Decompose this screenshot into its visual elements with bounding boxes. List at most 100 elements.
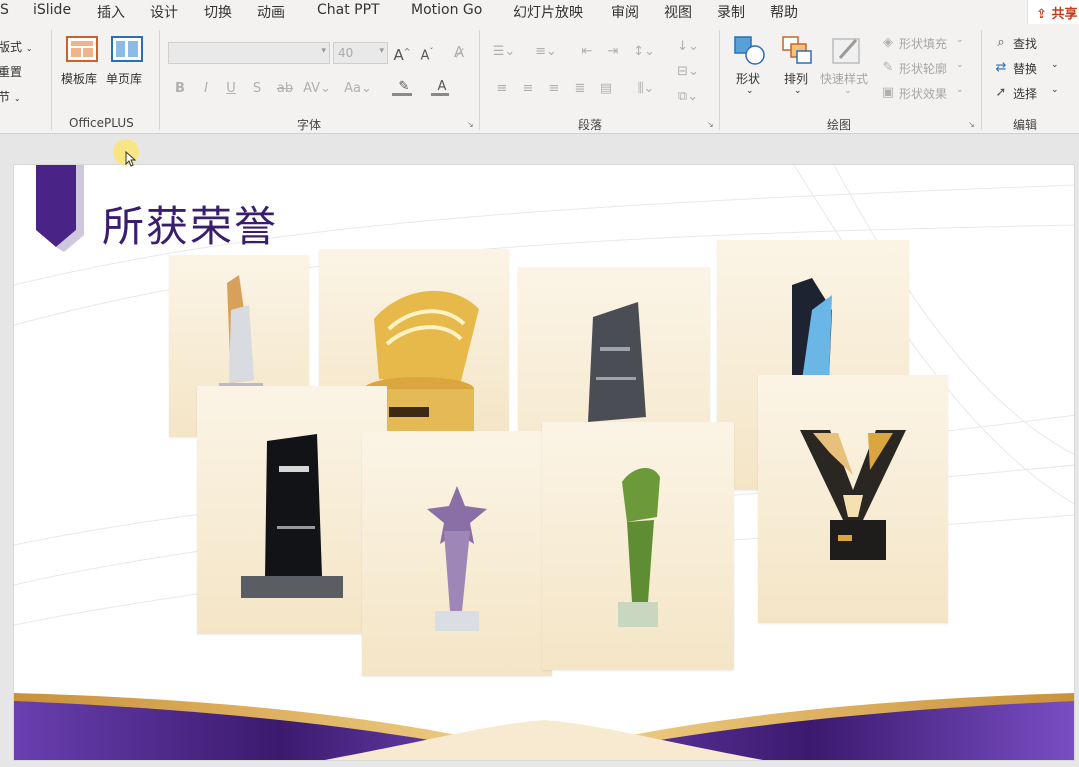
chevron-down-icon: ⌄: [956, 60, 964, 70]
trophy-photo-black-plaque[interactable]: [197, 386, 387, 634]
align-center-icon[interactable]: ≡: [520, 81, 536, 97]
trophy-photo-purple-star[interactable]: [362, 431, 552, 676]
menu-tab-help[interactable]: 帮助: [770, 2, 798, 22]
layout-button[interactable]: 版式 ⌄: [0, 38, 33, 55]
share-button[interactable]: ⇪ 共享: [1027, 0, 1079, 24]
change-case-icon[interactable]: Aa⌄: [341, 81, 375, 97]
chevron-down-icon: ⌄: [794, 86, 802, 96]
chevron-down-icon: ⌄: [1051, 60, 1059, 70]
paragraph-dialog-launcher-icon[interactable]: ↘: [707, 120, 714, 129]
strikethrough-icon[interactable]: ab: [274, 81, 296, 97]
shape-effects-icon: ▣: [881, 85, 895, 100]
black-plaque-trophy-image: [241, 434, 343, 598]
quick-styles-icon: [832, 38, 860, 64]
slide-title[interactable]: 所获荣誉: [102, 193, 278, 254]
chevron-down-icon: ⌄: [746, 86, 754, 96]
select-label: 选择: [1013, 87, 1038, 101]
menu-tab-animations[interactable]: 动画: [257, 2, 285, 22]
menu-tab-review[interactable]: 审阅: [611, 2, 639, 22]
slide-canvas[interactable]: 所获荣誉: [13, 164, 1075, 761]
section-button[interactable]: 节 ⌄: [0, 88, 21, 105]
increase-indent-icon[interactable]: ⇥: [604, 44, 622, 60]
find-label: 查找: [1013, 37, 1038, 51]
menu-tab-slideshow[interactable]: 幻灯片放映: [513, 2, 583, 22]
columns-icon[interactable]: ⫼⌄: [632, 81, 660, 97]
quick-styles-label: 快速样式: [820, 72, 869, 86]
chevron-down-icon: ⌄: [956, 85, 964, 95]
menu-tab-s[interactable]: S: [0, 2, 9, 18]
font-name-combo[interactable]: ▾: [168, 42, 330, 64]
font-size-combo[interactable]: 40 ▾: [333, 42, 388, 64]
chevron-down-icon: ⌄: [956, 35, 964, 45]
officeplus-group-label: OfficePLUS: [69, 116, 134, 130]
replace-button[interactable]: ⇄ 替换 ⌄: [993, 60, 1063, 78]
select-button[interactable]: ➚ 选择 ⌄: [993, 85, 1063, 103]
clear-formatting-icon[interactable]: A̷: [449, 44, 469, 60]
menu-tab-design[interactable]: 设计: [150, 2, 178, 22]
align-left-icon[interactable]: ≡: [494, 81, 510, 97]
paint-bucket-icon: ◈: [883, 35, 893, 50]
group-separator: [719, 30, 720, 130]
quick-styles-button[interactable]: 快速样式 ⌄: [820, 30, 874, 106]
align-text-icon[interactable]: ⊟⌄: [674, 64, 702, 80]
chevron-down-icon: ⌄: [13, 94, 21, 103]
decrease-indent-icon[interactable]: ⇤: [578, 44, 596, 60]
shape-effects-button[interactable]: ▣ 形状效果 ⌄: [880, 85, 966, 103]
shape-fill-label: 形状填充: [899, 37, 948, 51]
menu-tab-record[interactable]: 录制: [717, 2, 745, 22]
menu-tab-islide[interactable]: iSlide: [33, 2, 71, 18]
bullets-icon[interactable]: ☰⌄: [492, 44, 516, 60]
find-button[interactable]: ⌕ 查找: [993, 35, 1053, 53]
justify-icon[interactable]: ≣: [572, 81, 588, 97]
template-lib-button[interactable]: 模板库: [61, 30, 101, 90]
pen-outline-icon: ✎: [882, 60, 894, 75]
menu-bar: S iSlide 插入 设计 切换 动画 Chat PPT Motion Go …: [0, 0, 1079, 24]
font-dialog-launcher-icon[interactable]: ↘: [467, 120, 474, 129]
font-color-icon[interactable]: A: [428, 79, 456, 96]
shape-fill-button[interactable]: ◈ 形状填充 ⌄: [880, 35, 966, 53]
line-spacing-icon[interactable]: ↕⌄: [632, 44, 656, 60]
shapes-button[interactable]: 形状 ⌄: [728, 30, 770, 106]
font-size-value: 40: [338, 46, 354, 60]
highlight-color-icon[interactable]: ✎: [390, 79, 418, 96]
menu-tab-chatppt[interactable]: Chat PPT: [317, 2, 380, 18]
arrange-button[interactable]: 排列 ⌄: [776, 30, 818, 106]
arrange-icon: [782, 36, 812, 64]
trophy-photo-golden-v[interactable]: [758, 375, 948, 623]
reset-button[interactable]: 重置: [0, 63, 22, 80]
shadow-icon[interactable]: S: [249, 81, 265, 97]
golden-v-trophy-image: [800, 430, 906, 560]
menu-tab-insert[interactable]: 插入: [97, 2, 125, 22]
group-separator: [479, 30, 480, 130]
menu-tab-transitions[interactable]: 切换: [204, 2, 232, 22]
title-banner-ribbon: [36, 165, 84, 252]
distributed-icon[interactable]: ▤: [598, 81, 614, 97]
search-icon: ⌕: [997, 35, 1005, 50]
green-thumb-trophy-image: [618, 467, 660, 627]
section-label: 节: [0, 90, 11, 104]
mouse-pointer-icon: [125, 151, 137, 167]
share-icon: ⇪: [1036, 7, 1047, 22]
text-direction-icon[interactable]: ↓⌄: [674, 39, 702, 55]
single-page-lib-button[interactable]: 单页库: [106, 30, 146, 90]
underline-icon[interactable]: U: [223, 81, 239, 97]
drawing-dialog-launcher-icon[interactable]: ↘: [968, 120, 975, 129]
shapes-icon: [734, 36, 765, 65]
arrange-label: 排列: [784, 72, 809, 86]
chevron-down-icon: ▾: [321, 46, 326, 56]
decrease-font-size-icon[interactable]: Aˇ: [418, 44, 436, 64]
share-label: 共享: [1051, 7, 1078, 22]
convert-smartart-icon[interactable]: ⧉⌄: [674, 89, 702, 105]
italic-icon[interactable]: I: [198, 81, 214, 97]
menu-tab-motiongo[interactable]: Motion Go: [411, 2, 482, 18]
character-spacing-icon[interactable]: AV⌄: [302, 81, 332, 97]
trophy-photo-green-thumb[interactable]: [542, 422, 734, 670]
increase-font-size-icon[interactable]: A^: [393, 44, 411, 63]
group-separator: [51, 30, 52, 130]
numbering-icon[interactable]: ≡⌄: [534, 44, 558, 60]
replace-label: 替换: [1013, 62, 1038, 76]
menu-tab-view[interactable]: 视图: [664, 2, 692, 22]
shape-outline-button[interactable]: ✎ 形状轮廓 ⌄: [880, 60, 966, 78]
bold-icon[interactable]: B: [172, 81, 188, 97]
align-right-icon[interactable]: ≡: [546, 81, 562, 97]
